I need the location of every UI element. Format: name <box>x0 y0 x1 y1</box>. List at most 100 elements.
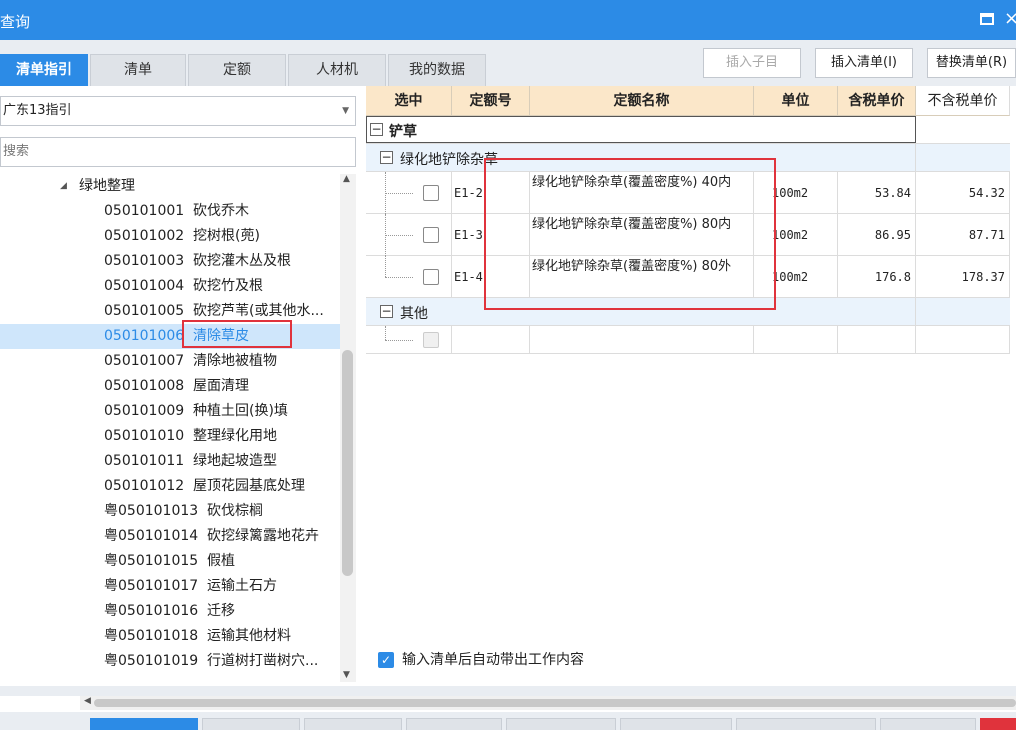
item-name: 假植 <box>207 553 235 569</box>
checkmark-icon[interactable]: ✓ <box>378 652 394 668</box>
tree-item[interactable]: 050101012 屋顶花园基底处理 <box>0 474 340 499</box>
scroll-thumb[interactable] <box>94 699 1016 707</box>
tab-list[interactable]: 清单 <box>90 54 186 86</box>
chevron-down-icon[interactable]: ▼ <box>342 97 349 125</box>
item-name: 迁移 <box>207 603 235 619</box>
item-name: 挖树根(蔸) <box>193 228 260 244</box>
guide-tree: ◢ 绿地整理 050101001 砍伐乔木 050101002 挖树根(蔸) 050… <box>0 174 340 682</box>
bottom-tab[interactable] <box>506 718 616 730</box>
cell-price-tax: 53.84 <box>838 172 916 213</box>
search-input[interactable]: 搜索 <box>0 137 356 167</box>
col-header-price-notax: 不含税单价 <box>916 86 1010 116</box>
tree-item[interactable]: 粤050101013 砍伐棕榈 <box>0 499 340 524</box>
cell-price-tax: 176.8 <box>838 256 916 297</box>
tree-item[interactable]: 050101010 整理绿化用地 <box>0 424 340 449</box>
table-row-empty[interactable] <box>366 326 1010 354</box>
scroll-down-icon[interactable]: ▼ <box>343 670 350 680</box>
item-name: 运输土石方 <box>207 578 277 594</box>
window-title: 查询 <box>0 13 31 31</box>
item-name: 运输其他材料 <box>207 628 291 644</box>
item-code: 050101006 <box>104 328 185 344</box>
item-code: 050101008 <box>104 378 185 394</box>
bottom-tabs <box>0 712 1016 730</box>
col-header-select: 选中 <box>366 86 452 116</box>
scroll-left-icon[interactable]: ◀ <box>84 696 91 706</box>
item-name: 绿地起坡造型 <box>193 453 277 469</box>
cell-price-notax: 87.71 <box>916 214 1010 255</box>
collapse-icon[interactable]: − <box>370 123 383 136</box>
tree-item[interactable]: 050101009 种植土回(换)填 <box>0 399 340 424</box>
highlight-box <box>182 320 292 348</box>
col-header-unit: 单位 <box>754 86 838 116</box>
tab-quota[interactable]: 定额 <box>188 54 286 86</box>
highlight-box <box>484 158 776 310</box>
insert-list-button[interactable]: 插入清单(I) <box>815 48 913 78</box>
scroll-thumb[interactable] <box>342 350 353 576</box>
left-scrollbar[interactable]: ▲ ▼ <box>340 174 356 682</box>
title-bar: 查询 × <box>0 0 1016 40</box>
tree-item[interactable]: 050101001 砍伐乔木 <box>0 199 340 224</box>
item-name: 砍挖灌木丛及根 <box>193 253 291 269</box>
tree-item[interactable]: 粤050101016 迁移 <box>0 599 340 624</box>
bottom-tab[interactable] <box>620 718 732 730</box>
tree-item[interactable]: 050101011 绿地起坡造型 <box>0 449 340 474</box>
bottom-divider <box>0 686 1016 696</box>
item-name: 行道树打凿树穴... <box>207 653 319 669</box>
horizontal-scrollbar[interactable]: ◀ <box>80 696 1016 710</box>
close-icon[interactable]: × <box>1004 8 1016 29</box>
bottom-tab[interactable] <box>736 718 876 730</box>
item-name: 清除地被植物 <box>193 353 277 369</box>
tree-item[interactable]: 粤050101014 砍挖绿篱露地花卉 <box>0 524 340 549</box>
cell-price-notax: 54.32 <box>916 172 1010 213</box>
guide-select[interactable]: 广东13指引 ▼ <box>0 96 356 126</box>
item-name: 砍伐乔木 <box>193 203 249 219</box>
insert-child-button[interactable]: 插入子目 <box>703 48 801 78</box>
item-code: 粤050101016 <box>104 603 199 619</box>
tab-my-data[interactable]: 我的数据 <box>388 54 486 86</box>
item-name: 砍挖绿篱露地花卉 <box>207 528 319 544</box>
tree-item[interactable]: 粤050101017 运输土石方 <box>0 574 340 599</box>
tab-list-guide[interactable]: 清单指引 <box>0 54 88 86</box>
item-name: 屋顶花园基底处理 <box>193 478 305 494</box>
auto-content-label: 输入清单后自动带出工作内容 <box>402 652 584 668</box>
subgroup-label: 其他 <box>400 306 428 322</box>
group-cell: − 铲草 <box>366 116 916 143</box>
expand-caret-icon[interactable]: ◢ <box>60 174 67 199</box>
bottom-tab[interactable] <box>406 718 502 730</box>
item-code: 粤050101019 <box>104 653 199 669</box>
tree-item[interactable]: 粤050101018 运输其他材料 <box>0 624 340 649</box>
item-name: 种植土回(换)填 <box>193 403 288 419</box>
group-row[interactable]: − 铲草 <box>366 116 1010 144</box>
tree-item[interactable]: 粤050101015 假植 <box>0 549 340 574</box>
bottom-tab[interactable] <box>304 718 402 730</box>
bottom-tab[interactable] <box>90 718 198 730</box>
left-panel: 广东13指引 ▼ 搜索 ◢ 绿地整理 050101001 砍伐乔木 0501010… <box>0 86 360 686</box>
maximize-icon[interactable] <box>980 13 994 25</box>
tree-item[interactable]: 050101008 屋面清理 <box>0 374 340 399</box>
bottom-tab[interactable] <box>980 718 1016 730</box>
col-header-code: 定额号 <box>452 86 530 116</box>
item-code: 050101002 <box>104 228 185 244</box>
tab-labor-material[interactable]: 人材机 <box>288 54 386 86</box>
tree-node-parent[interactable]: ◢ 绿地整理 <box>0 174 340 199</box>
bottom-tab[interactable] <box>880 718 976 730</box>
replace-list-button[interactable]: 替换清单(R) <box>927 48 1016 78</box>
col-header-name: 定额名称 <box>530 86 754 116</box>
scroll-up-icon[interactable]: ▲ <box>343 174 350 184</box>
cell-price-notax: 178.37 <box>916 256 1010 297</box>
tree-item[interactable]: 050101002 挖树根(蔸) <box>0 224 340 249</box>
tree-item[interactable]: 粤050101019 行道树打凿树穴... <box>0 649 340 674</box>
item-code: 050101012 <box>104 478 185 494</box>
bottom-tab[interactable] <box>202 718 300 730</box>
item-code: 050101011 <box>104 453 185 469</box>
tree-item[interactable]: 050101003 砍挖灌木丛及根 <box>0 249 340 274</box>
tree-item[interactable]: 050101004 砍挖竹及根 <box>0 274 340 299</box>
collapse-icon[interactable]: − <box>380 305 393 318</box>
collapse-icon[interactable]: − <box>380 151 393 164</box>
item-name: 屋面清理 <box>193 378 249 394</box>
item-code: 050101005 <box>104 303 185 319</box>
tree-item[interactable]: 050101007 清除地被植物 <box>0 349 340 374</box>
item-code: 050101001 <box>104 203 185 219</box>
item-code: 粤050101013 <box>104 503 199 519</box>
col-header-price-tax: 含税单价 <box>838 86 916 116</box>
